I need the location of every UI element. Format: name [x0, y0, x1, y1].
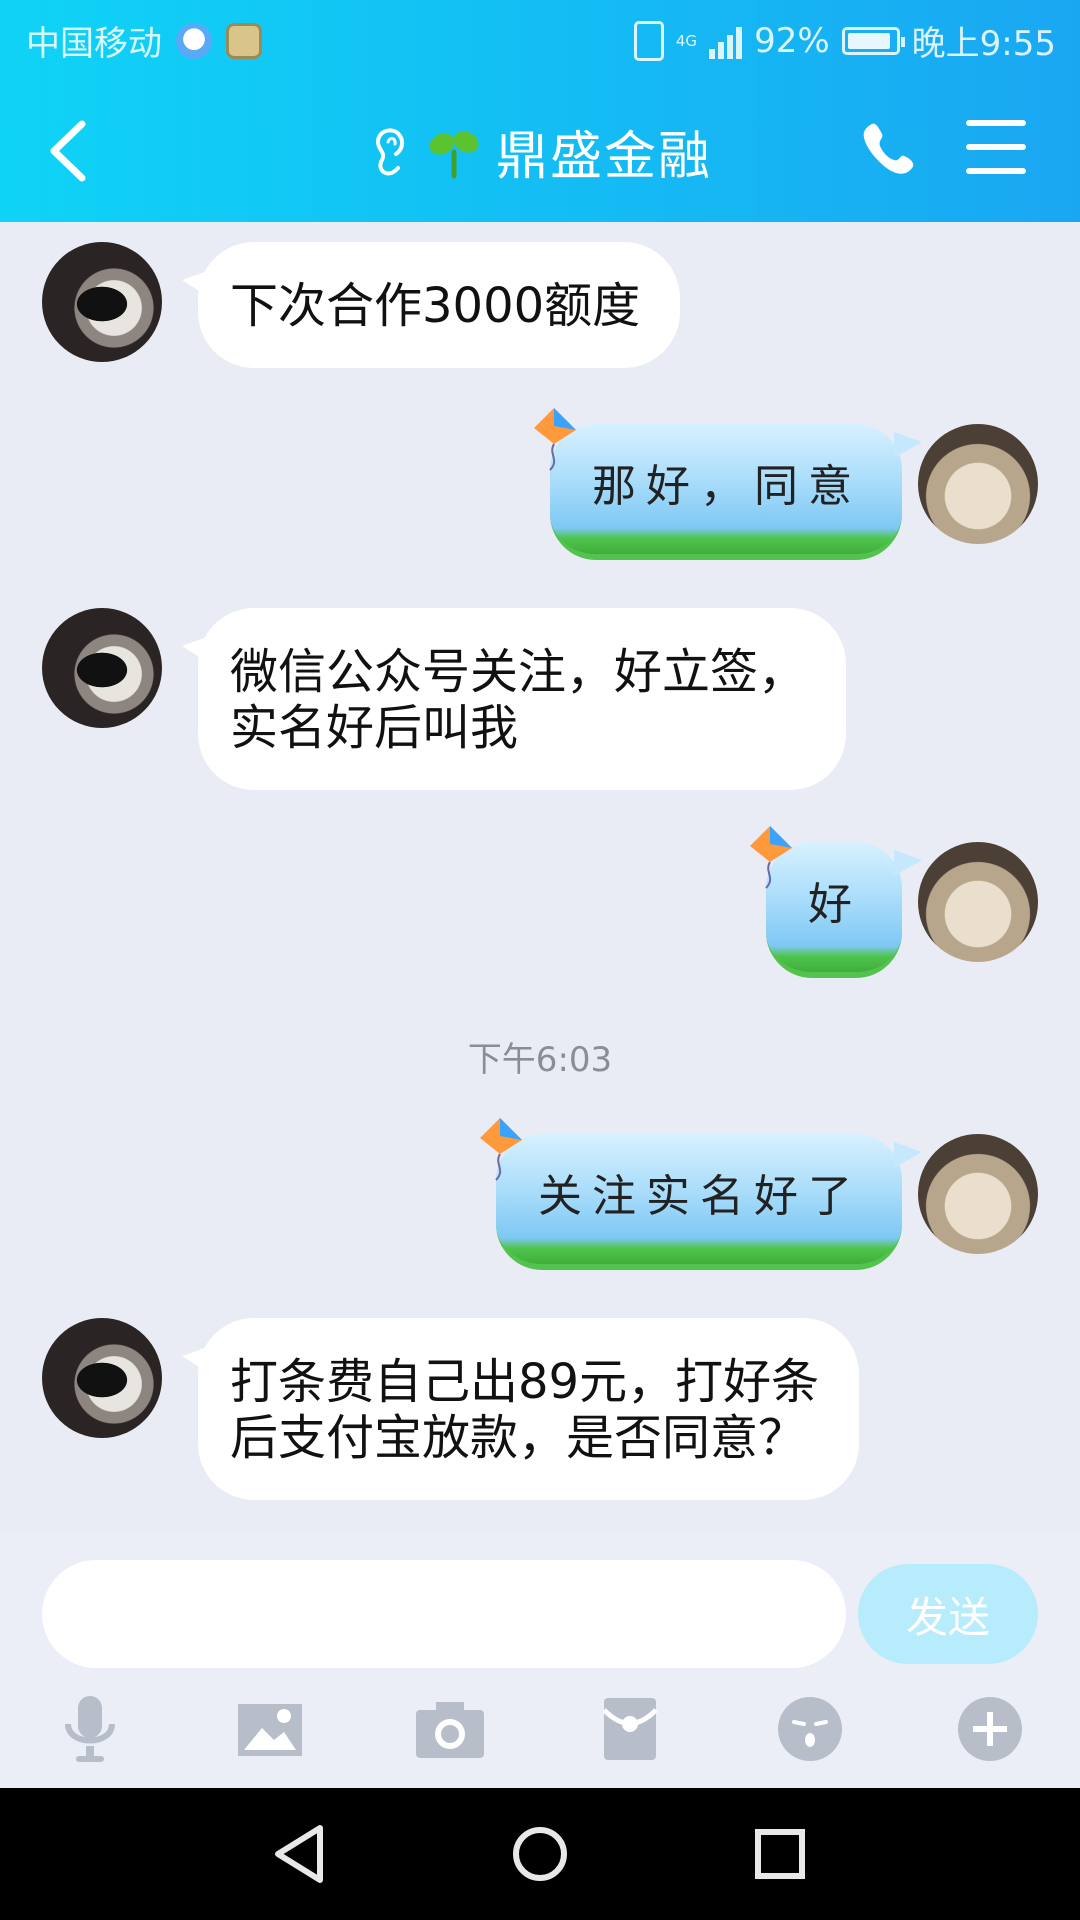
signal-icon — [709, 23, 743, 59]
image-icon[interactable] — [232, 1694, 308, 1764]
card-app-icon — [226, 22, 262, 59]
message-text-line: 微信公众号关注，好立签， — [230, 644, 807, 700]
mic-icon[interactable] — [52, 1694, 128, 1764]
send-button[interactable]: 发送 — [858, 1564, 1038, 1664]
my-avatar[interactable] — [918, 1134, 1038, 1254]
message-text-line: 打条费自己出89元，打好条 — [230, 1354, 820, 1410]
emoji-icon[interactable] — [772, 1694, 848, 1764]
kite-icon — [534, 408, 576, 471]
message-text: 那好，同意 — [592, 461, 862, 512]
back-triangle-icon[interactable] — [264, 1818, 336, 1890]
message-text-line: 实名好后叫我 — [230, 700, 519, 756]
plus-icon[interactable] — [952, 1694, 1028, 1764]
recents-square-icon[interactable] — [744, 1818, 816, 1890]
vibrate-icon — [633, 20, 664, 61]
earpiece-icon — [375, 127, 405, 175]
kite-icon — [480, 1118, 522, 1181]
battery-icon — [841, 26, 905, 55]
title-bar: 鼎盛金融 — [0, 76, 1080, 222]
message-bubble-outgoing[interactable]: 关注实名好了 — [480, 1118, 922, 1270]
system-nav-bar — [0, 1788, 1080, 1920]
contact-avatar[interactable] — [42, 608, 162, 728]
message-text: 好 — [808, 879, 862, 930]
chat-title: 鼎盛金融 — [0, 114, 1080, 189]
home-circle-icon[interactable] — [504, 1818, 576, 1890]
carrier-name: 中国移动 — [26, 24, 162, 64]
message-text: 关注实名好了 — [538, 1171, 862, 1222]
app-header: 中国移动 4G 92% 晚上9:55 鼎盛金融 — [0, 0, 1080, 222]
message-timestamp: 下午6:03 — [467, 1040, 613, 1080]
message-text: 下次合作3000额度 — [230, 278, 641, 334]
clock-time: 晚上9:55 — [911, 24, 1056, 64]
message-text-line: 后支付宝放款，是否同意？ — [230, 1410, 807, 1466]
clock-app-icon — [176, 22, 212, 59]
phone-call-icon[interactable] — [858, 118, 918, 178]
kite-icon — [750, 826, 792, 889]
network-type: 4G — [675, 31, 698, 50]
status-bar: 中国移动 4G 92% 晚上9:55 — [0, 0, 1080, 76]
sprout-icon — [429, 130, 479, 178]
contact-avatar[interactable] — [42, 1318, 162, 1438]
composer: 发送 — [0, 1532, 1080, 1788]
message-bubble-incoming[interactable]: 打条费自己出89元，打好条 后支付宝放款，是否同意？ — [181, 1318, 860, 1500]
my-avatar[interactable] — [918, 424, 1038, 544]
page-title: 鼎盛金融 — [495, 127, 712, 187]
contact-avatar[interactable] — [42, 242, 162, 362]
menu-button[interactable] — [966, 120, 1026, 176]
message-bubble-incoming[interactable]: 下次合作3000额度 — [181, 242, 681, 368]
red-packet-icon[interactable] — [592, 1694, 668, 1764]
menu-icon — [966, 120, 1026, 126]
my-avatar[interactable] — [918, 842, 1038, 962]
camera-icon[interactable] — [412, 1694, 488, 1764]
message-bubble-outgoing[interactable]: 好 — [750, 826, 922, 978]
message-bubble-outgoing[interactable]: 那好，同意 — [534, 408, 922, 560]
battery-percent: 92% — [754, 20, 830, 61]
message-input[interactable] — [42, 1560, 846, 1668]
message-bubble-incoming[interactable]: 微信公众号关注，好立签， 实名好后叫我 — [181, 608, 847, 790]
